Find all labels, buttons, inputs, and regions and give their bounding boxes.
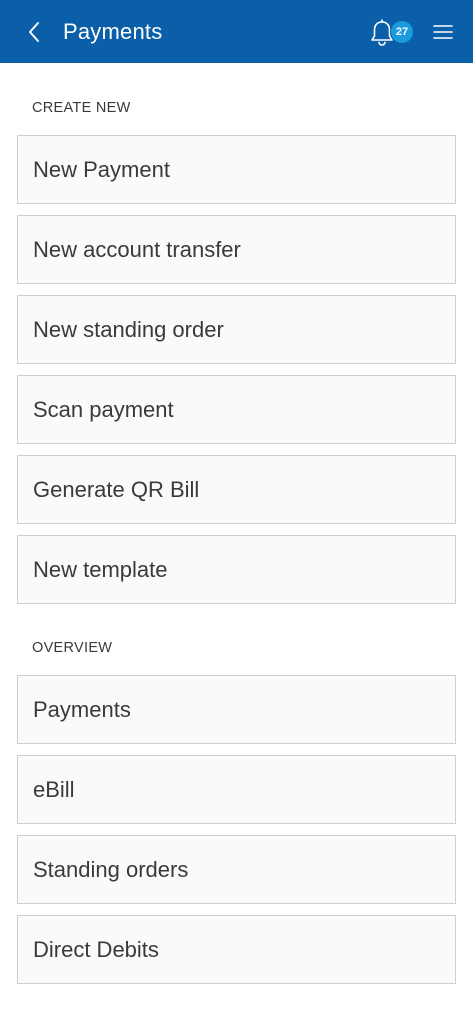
page-title: Payments [63,18,163,44]
chevron-left-icon [29,21,39,42]
section-heading-create-new: CREATE NEW [32,100,131,116]
direct-debits-button[interactable]: Direct Debits [17,915,456,984]
overview-list: Payments eBill Standing orders Direct De… [0,675,473,984]
new-payment-button[interactable]: New Payment [17,135,456,204]
create-new-section: CREATE NEW New Payment New account trans… [0,63,473,604]
notifications-button[interactable]: 27 [369,12,417,52]
standing-orders-button[interactable]: Standing orders [17,835,456,904]
section-heading-overview: OVERVIEW [32,640,113,656]
app-header: Payments 27 [0,0,473,63]
new-template-button[interactable]: New template [17,535,456,604]
hamburger-menu-icon [433,24,453,39]
create-new-list: New Payment New account transfer New sta… [0,135,473,604]
new-standing-order-button[interactable]: New standing order [17,295,456,364]
overview-section: OVERVIEW Payments eBill Standing orders … [0,615,473,984]
generate-qr-bill-button[interactable]: Generate QR Bill [17,455,456,524]
menu-button[interactable] [431,17,455,47]
notification-badge: 27 [390,19,414,44]
payments-overview-button[interactable]: Payments [17,675,456,744]
scan-payment-button[interactable]: Scan payment [17,375,456,444]
header-actions: 27 [369,0,455,63]
new-account-transfer-button[interactable]: New account transfer [17,215,456,284]
back-button[interactable] [8,0,60,63]
ebill-button[interactable]: eBill [17,755,456,824]
